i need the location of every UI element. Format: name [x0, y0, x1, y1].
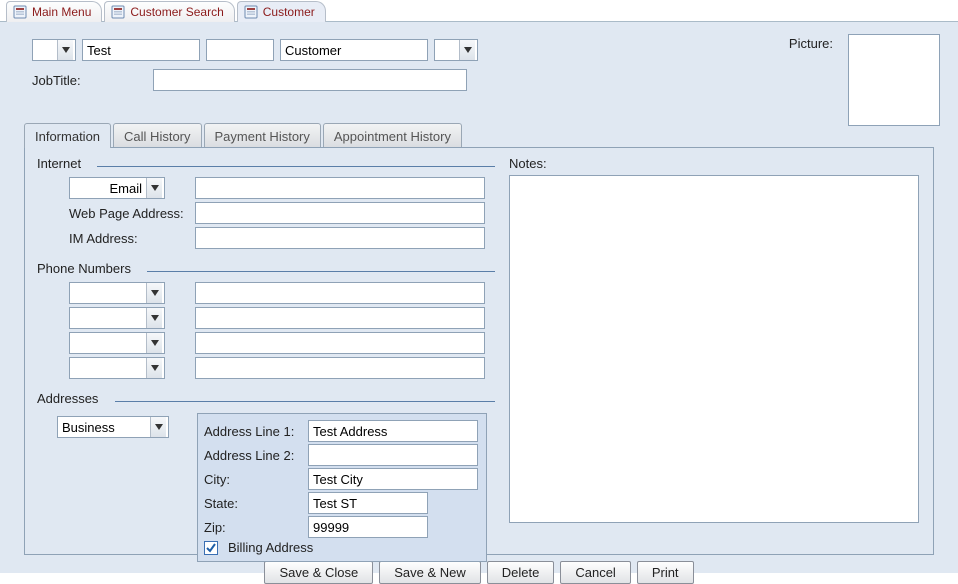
phone-type-input[interactable]	[70, 333, 146, 353]
state-label: State:	[204, 496, 302, 511]
web-input[interactable]	[195, 202, 485, 224]
left-pane: Internet Web Page Address: IM Address:	[25, 148, 503, 554]
jobtitle-row: JobTitle:	[32, 68, 946, 92]
city-input[interactable]	[308, 468, 478, 490]
tab-payment-history[interactable]: Payment History	[204, 123, 321, 148]
internet-group: Internet Web Page Address: IM Address:	[37, 166, 495, 249]
chevron-down-icon[interactable]	[150, 417, 166, 437]
phone-group: Phone Numbers	[37, 271, 495, 379]
line1-input[interactable]	[308, 420, 478, 442]
phone-title: Phone Numbers	[37, 261, 135, 276]
phone-type-combo[interactable]	[69, 307, 165, 329]
phone-type-input[interactable]	[70, 283, 146, 303]
phone-type-combo[interactable]	[69, 282, 165, 304]
prefix-combo[interactable]	[32, 39, 76, 61]
tab-customer-search[interactable]: Customer Search	[104, 1, 234, 22]
tab-label: Customer Search	[130, 5, 223, 19]
chevron-down-icon[interactable]	[459, 40, 475, 60]
phone-number-input[interactable]	[195, 357, 485, 379]
line2-label: Address Line 2:	[204, 448, 302, 463]
middle-name-input[interactable]	[206, 39, 274, 61]
phone-number-input[interactable]	[195, 307, 485, 329]
zip-input[interactable]	[308, 516, 428, 538]
jobtitle-label: JobTitle:	[32, 73, 81, 88]
window-tab-bar: Main Menu Customer Search Customer	[0, 0, 958, 22]
form-icon	[13, 5, 27, 19]
form-icon	[111, 5, 125, 19]
email-input[interactable]	[195, 177, 485, 199]
customer-form-body: Picture: JobTitle: Information Call Hist…	[0, 22, 958, 573]
billing-label: Billing Address	[228, 540, 313, 555]
picture-box[interactable]	[848, 34, 940, 126]
right-pane: Notes:	[503, 148, 933, 554]
phone-type-combo[interactable]	[69, 357, 165, 379]
prefix-input[interactable]	[33, 40, 57, 60]
notes-label: Notes:	[509, 156, 547, 171]
notes-textarea[interactable]	[509, 175, 919, 523]
tab-label: Main Menu	[32, 5, 91, 19]
tab-call-history[interactable]: Call History	[113, 123, 201, 148]
web-label: Web Page Address:	[69, 206, 189, 221]
chevron-down-icon[interactable]	[146, 333, 162, 353]
suffix-input[interactable]	[435, 40, 459, 60]
phone-type-input[interactable]	[70, 308, 146, 328]
tab-main-menu[interactable]: Main Menu	[6, 1, 102, 22]
chevron-down-icon[interactable]	[57, 40, 73, 60]
detail-content: Internet Web Page Address: IM Address:	[24, 147, 934, 555]
address-title: Addresses	[37, 391, 102, 406]
address-type-input[interactable]	[58, 417, 150, 437]
tab-appointment-history[interactable]: Appointment History	[323, 123, 462, 148]
phone-number-input[interactable]	[195, 332, 485, 354]
line2-input[interactable]	[308, 444, 478, 466]
jobtitle-input[interactable]	[153, 69, 467, 91]
zip-label: Zip:	[204, 520, 302, 535]
form-icon	[244, 5, 258, 19]
city-label: City:	[204, 472, 302, 487]
detail-tab-bar: Information Call History Payment History…	[24, 122, 946, 147]
tab-information[interactable]: Information	[24, 123, 111, 148]
address-type-combo[interactable]	[57, 416, 169, 438]
last-name-input[interactable]	[280, 39, 428, 61]
phone-number-input[interactable]	[195, 282, 485, 304]
first-name-input[interactable]	[82, 39, 200, 61]
phone-type-input[interactable]	[70, 358, 146, 378]
chevron-down-icon[interactable]	[146, 308, 162, 328]
chevron-down-icon[interactable]	[146, 283, 162, 303]
chevron-down-icon[interactable]	[146, 178, 162, 198]
line1-label: Address Line 1:	[204, 424, 302, 439]
im-label: IM Address:	[69, 231, 189, 246]
chevron-down-icon[interactable]	[146, 358, 162, 378]
email-type-combo[interactable]	[69, 177, 165, 199]
email-type-input[interactable]	[70, 178, 146, 198]
state-input[interactable]	[308, 492, 428, 514]
billing-checkbox[interactable]	[204, 541, 218, 555]
tab-label: Customer	[263, 5, 315, 19]
phone-type-combo[interactable]	[69, 332, 165, 354]
tab-customer[interactable]: Customer	[237, 1, 326, 22]
im-input[interactable]	[195, 227, 485, 249]
address-panel: Address Line 1: Address Line 2: City: St…	[197, 413, 487, 562]
internet-title: Internet	[37, 156, 85, 171]
address-group: Addresses Address Line 1: Address Line 2…	[37, 401, 495, 562]
suffix-combo[interactable]	[434, 39, 478, 61]
picture-label: Picture:	[789, 36, 833, 51]
